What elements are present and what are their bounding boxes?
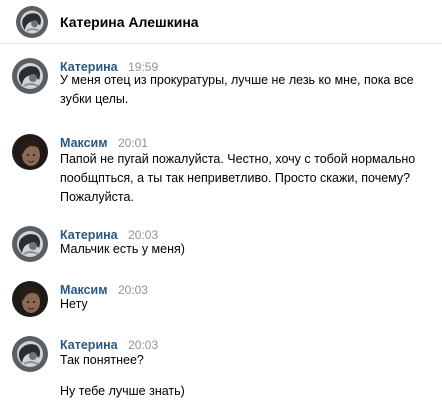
user-avatar-maksim-icon [12,134,48,170]
message-text: Нету [60,295,438,314]
user-avatar-katerina-icon [16,6,48,38]
message-avatar[interactable] [12,58,48,94]
message-line: Ну тебе лучше знать) [60,384,185,398]
message-text: Мальчик есть у меня) [60,240,438,259]
message-author[interactable]: Максим [60,136,108,150]
message-line: Так понятнее? [60,353,144,367]
user-avatar-maksim-icon [12,281,48,317]
message-time: 20:03 [128,338,159,352]
message-line: Пожалуйста. [60,190,134,204]
chat-header: Катерина Алешкина [0,0,442,44]
message-avatar[interactable] [12,336,48,372]
message-text: Папой не пугай пожалуйста. Честно, хочу … [60,150,438,207]
message-line-spacer [60,370,438,382]
user-avatar-katerina-icon [12,336,48,372]
message-text: Так понятнее? Ну тебе лучше знать) [60,351,438,401]
message-avatar[interactable] [12,226,48,262]
message-avatar[interactable] [12,281,48,317]
header-avatar[interactable] [16,6,48,38]
message-line: Нету [60,297,88,311]
message-author[interactable]: Катерина [60,338,118,352]
chat-title[interactable]: Катерина Алешкина [60,14,199,30]
message-avatar[interactable] [12,134,48,170]
message-line: зубки целы. [60,92,129,106]
message-text: У меня отец из прокуратуры, лучше не лез… [60,71,438,109]
message-line: пообщпться, а ты так неприветливо. Прост… [60,171,411,185]
message-time: 20:01 [117,136,148,150]
message-line: Мальчик есть у меня) [60,242,185,256]
message-line: Папой не пугай пожалуйста. Честно, хочу … [60,152,416,166]
user-avatar-katerina-icon [12,226,48,262]
message-line: У меня отец из прокуратуры, лучше не лез… [60,73,414,87]
user-avatar-katerina-icon [12,58,48,94]
